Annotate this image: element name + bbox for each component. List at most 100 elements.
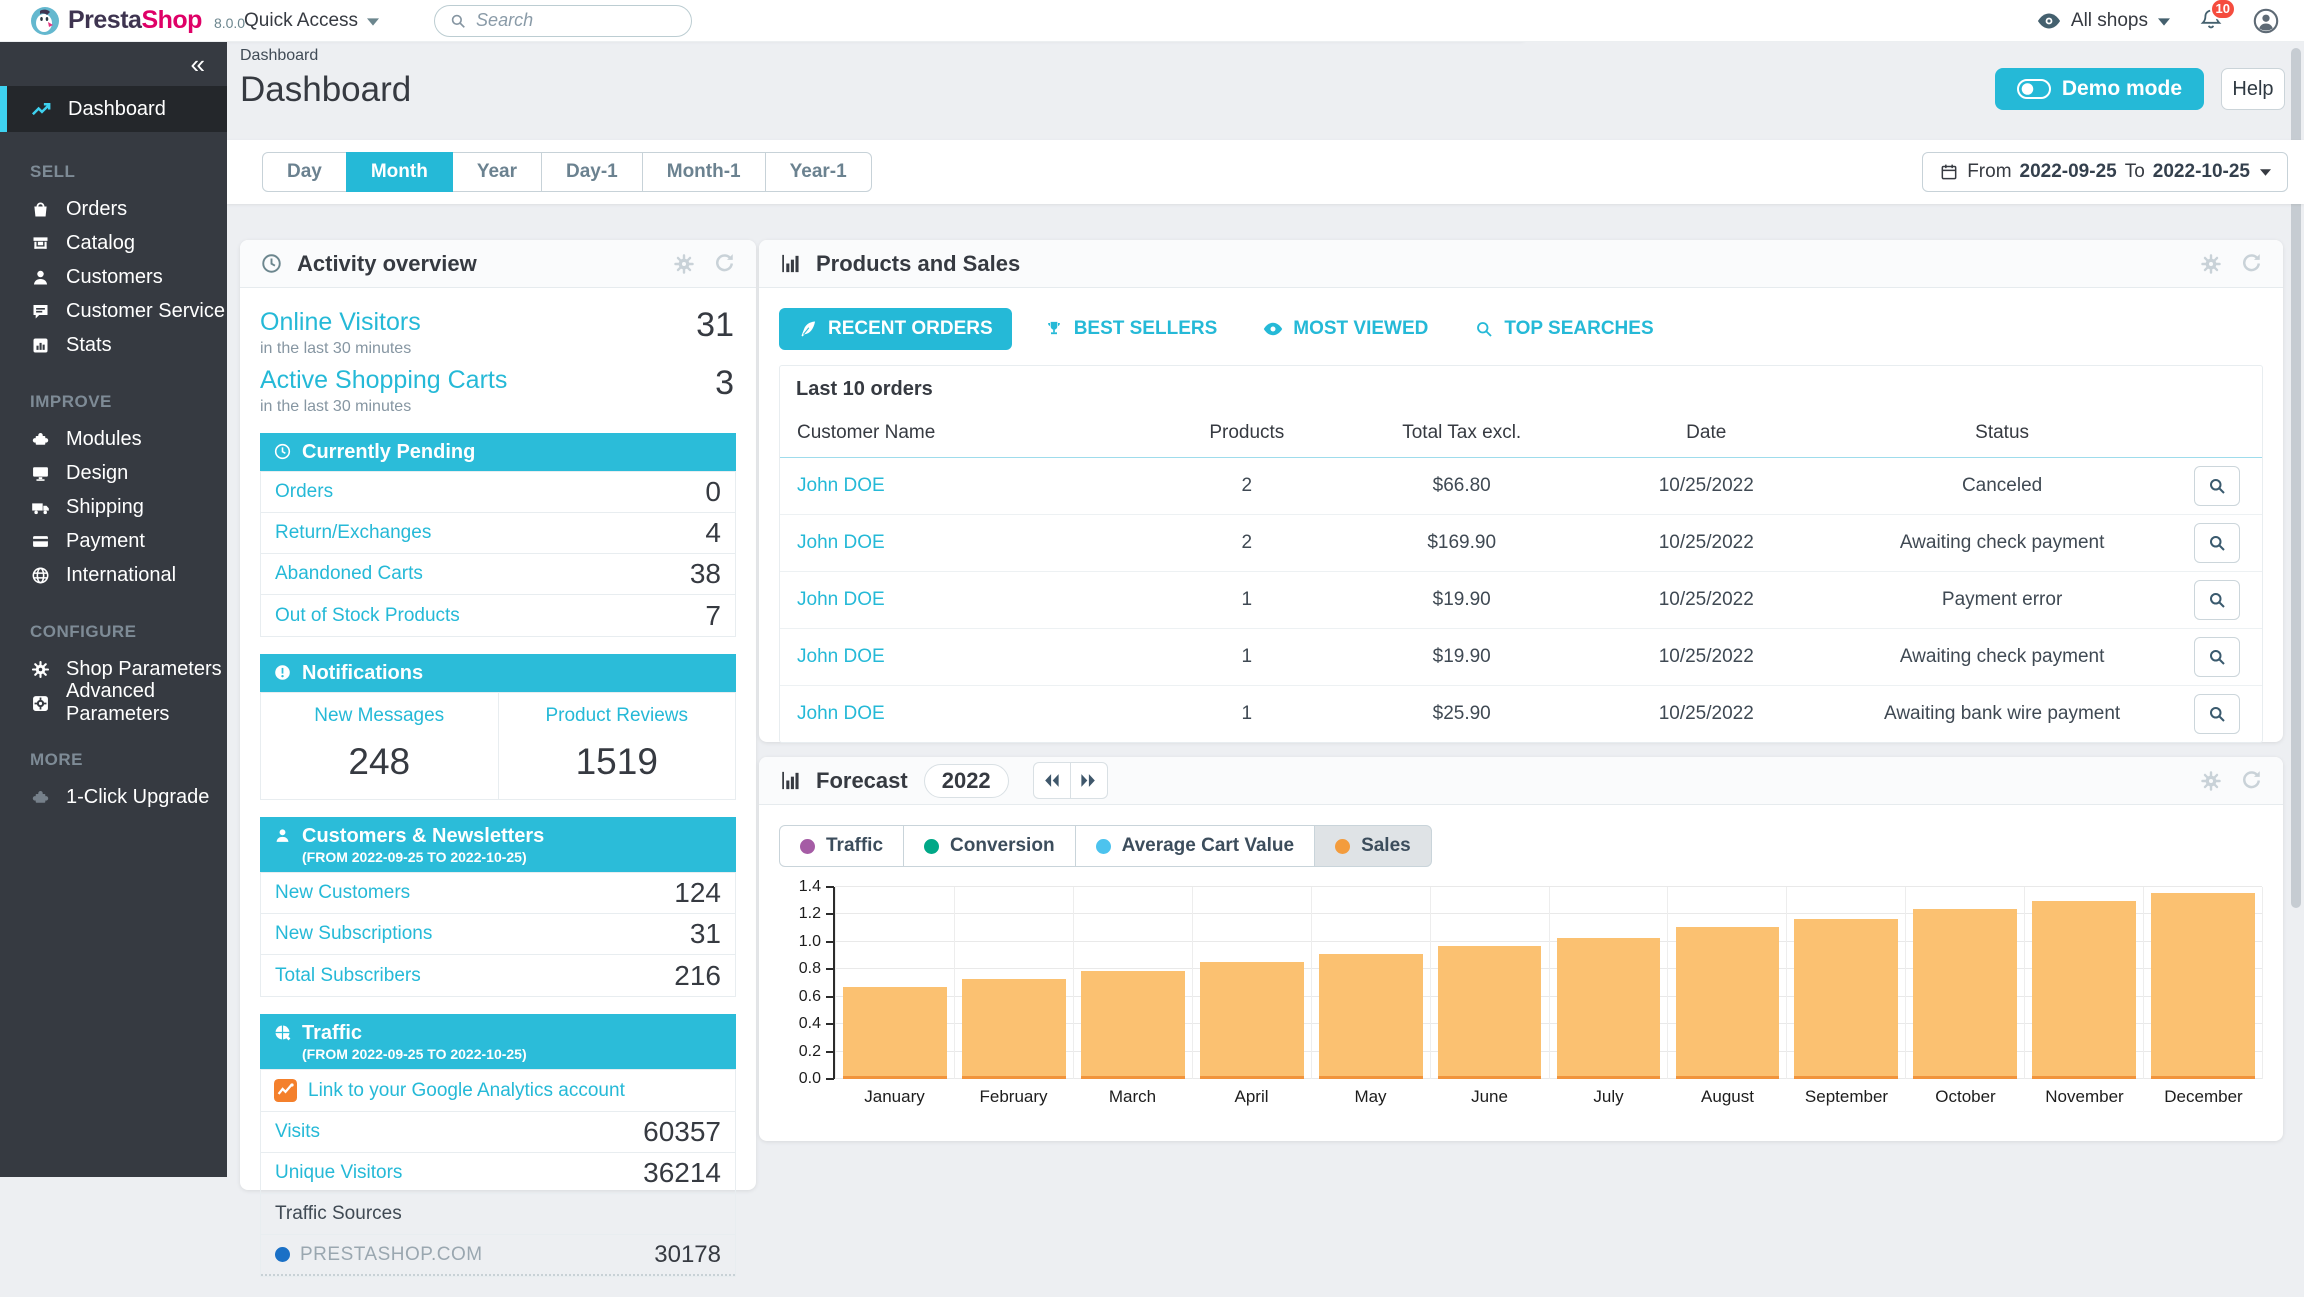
quick-access-menu[interactable]: Quick Access — [244, 10, 379, 32]
sidebar-item-catalog[interactable]: Catalog — [0, 226, 227, 260]
bar-october — [1913, 909, 2017, 1079]
sidebar-collapse-button[interactable]: « — [0, 42, 227, 86]
legend-traffic[interactable]: Traffic — [779, 825, 904, 867]
tab-most-viewed[interactable]: MOST VIEWED — [1249, 308, 1442, 350]
quick-access-label: Quick Access — [244, 10, 358, 32]
customer-link[interactable]: John DOE — [797, 703, 885, 724]
list-item-link[interactable]: New Subscriptions — [275, 923, 432, 945]
sidebar-item-customer-service[interactable]: Customer Service — [0, 294, 227, 328]
sidebar-item-stats[interactable]: Stats — [0, 328, 227, 362]
notification-link[interactable]: New Messages — [261, 705, 498, 727]
activity-stat-link[interactable]: Online Visitors — [260, 308, 421, 336]
sidebar-item-international[interactable]: International — [0, 558, 227, 592]
view-order-button[interactable] — [2194, 523, 2240, 563]
chart-slot-january — [835, 887, 954, 1079]
date-to-value: 2022-10-25 — [2153, 161, 2250, 183]
sidebar-item-orders[interactable]: Orders — [0, 192, 227, 226]
period-day-1[interactable]: Day-1 — [541, 152, 643, 192]
brand-name: PrestaShop — [68, 6, 202, 35]
list-item-link[interactable]: Out of Stock Products — [275, 605, 460, 627]
period-month[interactable]: Month — [346, 152, 453, 192]
list-item-link[interactable]: Unique Visitors — [275, 1162, 402, 1184]
search-input[interactable] — [476, 10, 708, 31]
shop-selector[interactable]: All shops — [2037, 10, 2170, 32]
tab-recent-orders[interactable]: RECENT ORDERS — [779, 308, 1012, 350]
period-day[interactable]: Day — [262, 152, 347, 192]
sidebar-item-modules[interactable]: Modules — [0, 422, 227, 456]
forecast-next-button[interactable] — [1070, 762, 1108, 799]
tab-label: MOST VIEWED — [1293, 318, 1428, 340]
notification-value: 248 — [261, 741, 498, 783]
sidebar-item-advanced-parameters[interactable]: Advanced Parameters — [0, 686, 227, 720]
sidebar-item-label: Catalog — [66, 232, 135, 255]
period-year[interactable]: Year — [452, 152, 542, 192]
panel-refresh-button[interactable] — [2239, 769, 2263, 793]
sidebar-item-customers[interactable]: Customers — [0, 260, 227, 294]
tab-best-sellers[interactable]: BEST SELLERS — [1030, 308, 1232, 350]
sidebar-item-label: Modules — [66, 428, 142, 451]
order-cell: Payment error — [1832, 572, 2172, 629]
date-range-picker[interactable]: From 2022-09-25 To 2022-10-25 — [1922, 152, 2288, 192]
sidebar-item-shipping[interactable]: Shipping — [0, 490, 227, 524]
notifications-button[interactable]: 10 — [2196, 6, 2226, 36]
period-month-1[interactable]: Month-1 — [642, 152, 766, 192]
bar-may — [1319, 954, 1423, 1079]
bar-december — [2151, 893, 2255, 1080]
panel-settings-button[interactable] — [2199, 252, 2223, 276]
products-sales-tabs: RECENT ORDERS BEST SELLERS MOST VIEWED TOP … — [779, 308, 2263, 350]
orders-table: Customer NameProductsTotal Tax excl.Date… — [780, 409, 2262, 742]
order-cell: 10/25/2022 — [1580, 686, 1832, 743]
date-to-label: To — [2125, 161, 2145, 183]
sidebar-section-title-sell: SELL — [0, 162, 227, 182]
legend-average-cart-value[interactable]: Average Cart Value — [1075, 825, 1316, 867]
panel-settings-button[interactable] — [672, 252, 696, 276]
gear-square-icon — [30, 693, 51, 714]
prestashop-logo[interactable]: PrestaShop 8.0.0 — [0, 6, 232, 36]
y-axis: 0.00.20.40.60.81.01.21.4 — [779, 887, 833, 1079]
topbar: PrestaShop 8.0.0 Quick Access All shops … — [0, 0, 2304, 42]
view-order-button[interactable] — [2194, 694, 2240, 734]
breadcrumb: Dashboard — [240, 47, 318, 65]
list-item-link[interactable]: Visits — [275, 1121, 320, 1143]
period-year-1[interactable]: Year-1 — [765, 152, 872, 192]
order-cell: Awaiting bank wire payment — [1832, 686, 2172, 743]
legend-conversion[interactable]: Conversion — [903, 825, 1076, 867]
list-item-unique-visitors: Unique Visitors36214 — [261, 1153, 735, 1194]
forecast-prev-button[interactable] — [1033, 762, 1071, 799]
demo-mode-button[interactable]: Demo mode — [1995, 68, 2204, 110]
sidebar-item-payment[interactable]: Payment — [0, 524, 227, 558]
list-item-link[interactable]: New Customers — [275, 882, 410, 904]
list-item-link[interactable]: Abandoned Carts — [275, 563, 423, 585]
notification-link[interactable]: Product Reviews — [499, 705, 736, 727]
sidebar-item-design[interactable]: Design — [0, 456, 227, 490]
panel-settings-button[interactable] — [2199, 769, 2223, 793]
view-order-button[interactable] — [2194, 637, 2240, 677]
panel-refresh-button[interactable] — [712, 252, 736, 276]
customer-link[interactable]: John DOE — [797, 589, 885, 610]
sidebar-item-dashboard[interactable]: Dashboard — [0, 86, 227, 132]
profile-button[interactable] — [2252, 7, 2280, 35]
customer-link[interactable]: John DOE — [797, 475, 885, 496]
view-order-button[interactable] — [2194, 466, 2240, 506]
panel-refresh-button[interactable] — [2239, 252, 2263, 276]
chart-slot-october — [1905, 887, 2024, 1079]
customer-cell: John DOE — [780, 458, 1151, 515]
activity-stat-sub: in the last 30 minutes — [260, 340, 736, 358]
bar-january — [843, 987, 947, 1079]
list-item-link[interactable]: Orders — [275, 481, 333, 503]
customer-link[interactable]: John DOE — [797, 532, 885, 553]
list-item-link[interactable]: Return/Exchanges — [275, 522, 431, 544]
bar-august — [1676, 927, 1780, 1079]
legend-sales[interactable]: Sales — [1314, 825, 1432, 867]
sidebar-item-1-click-upgrade[interactable]: 1-Click Upgrade — [0, 780, 227, 814]
list-item-abandoned-carts: Abandoned Carts38 — [261, 554, 735, 595]
list-item-link[interactable]: Total Subscribers — [275, 965, 421, 987]
customer-link[interactable]: John DOE — [797, 646, 885, 667]
view-order-button[interactable] — [2194, 580, 2240, 620]
help-button[interactable]: Help — [2221, 68, 2285, 110]
chart-legend: TrafficConversionAverage Cart ValueSales — [779, 825, 2263, 867]
google-analytics-link[interactable]: Link to your Google Analytics account — [261, 1070, 735, 1112]
traffic-source-name: PRESTASHOP.COM — [300, 1244, 483, 1266]
tab-top-searches[interactable]: TOP SEARCHES — [1460, 308, 1667, 350]
activity-stat-link[interactable]: Active Shopping Carts — [260, 366, 507, 394]
